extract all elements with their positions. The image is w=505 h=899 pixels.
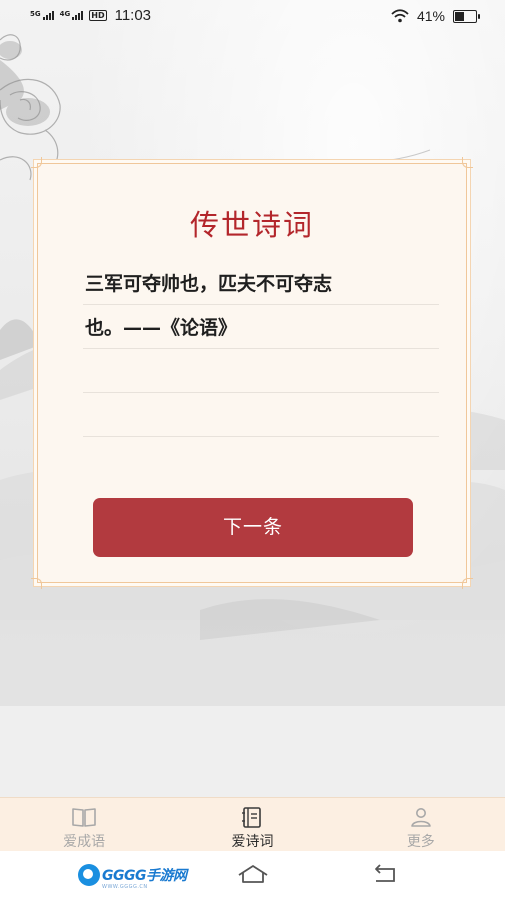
- tab-poems[interactable]: 爱诗词: [168, 798, 336, 851]
- watermark-url: WWW.GGGG.CN: [102, 884, 148, 890]
- poem-line: [83, 350, 439, 393]
- user-icon: [411, 808, 431, 827]
- card-corner-ornament: [462, 578, 473, 589]
- back-icon[interactable]: [372, 863, 400, 885]
- tab-idioms[interactable]: 爱成语: [0, 798, 168, 851]
- poem-line: 三军可夺帅也，匹夫不可夺志: [83, 262, 439, 305]
- poem-line: 也。——《论语》: [83, 306, 439, 349]
- bottom-tab-bar: 爱成语 爱诗词 更多: [0, 797, 505, 851]
- tab-label: 爱诗词: [231, 834, 274, 850]
- poem-line: [83, 394, 439, 437]
- home-icon[interactable]: [236, 863, 270, 885]
- card-corner-ornament: [31, 578, 42, 589]
- battery-level-fill: [455, 11, 465, 21]
- card-corner-ornament: [31, 157, 42, 168]
- next-button[interactable]: 下一条: [93, 498, 413, 557]
- battery-icon: [453, 9, 480, 23]
- watermark-circle-icon: [78, 864, 100, 886]
- hd-badge: HD: [89, 10, 107, 21]
- watermark-brand: GGGG手游网: [102, 868, 187, 884]
- status-left: 5G 4G HD 11:03: [30, 7, 151, 24]
- tab-label: 更多: [406, 834, 435, 850]
- background-plain-area: [0, 706, 505, 797]
- tab-label: 爱成语: [63, 834, 106, 850]
- network-4g-label: 4G: [59, 10, 71, 18]
- network-5g-label: 5G: [30, 10, 41, 18]
- status-right: 41%: [391, 8, 480, 24]
- clock: 11:03: [114, 7, 152, 24]
- book-icon: [72, 808, 96, 827]
- card-corner-ornament: [462, 157, 473, 168]
- status-bar: 5G 4G HD 11:03 41%: [0, 0, 505, 32]
- signal-5g-icon: 5G: [30, 11, 54, 20]
- wifi-icon: [391, 9, 409, 23]
- poem-lines: 三军可夺帅也，匹夫不可夺志 也。——《论语》: [83, 262, 439, 437]
- watermark-logo: GGGG手游网 WWW.GGGG.CN: [78, 864, 187, 890]
- tab-more[interactable]: 更多: [337, 798, 505, 851]
- card-title: 传世诗词: [189, 208, 314, 242]
- poem-card: 传世诗词 三军可夺帅也，匹夫不可夺志 也。——《论语》 下一条: [31, 157, 473, 589]
- system-nav-bar: GGGG手游网 WWW.GGGG.CN: [0, 851, 505, 899]
- notebook-icon: [242, 807, 262, 828]
- battery-percent: 41%: [416, 8, 445, 24]
- signal-4g-icon: 4G: [60, 11, 84, 20]
